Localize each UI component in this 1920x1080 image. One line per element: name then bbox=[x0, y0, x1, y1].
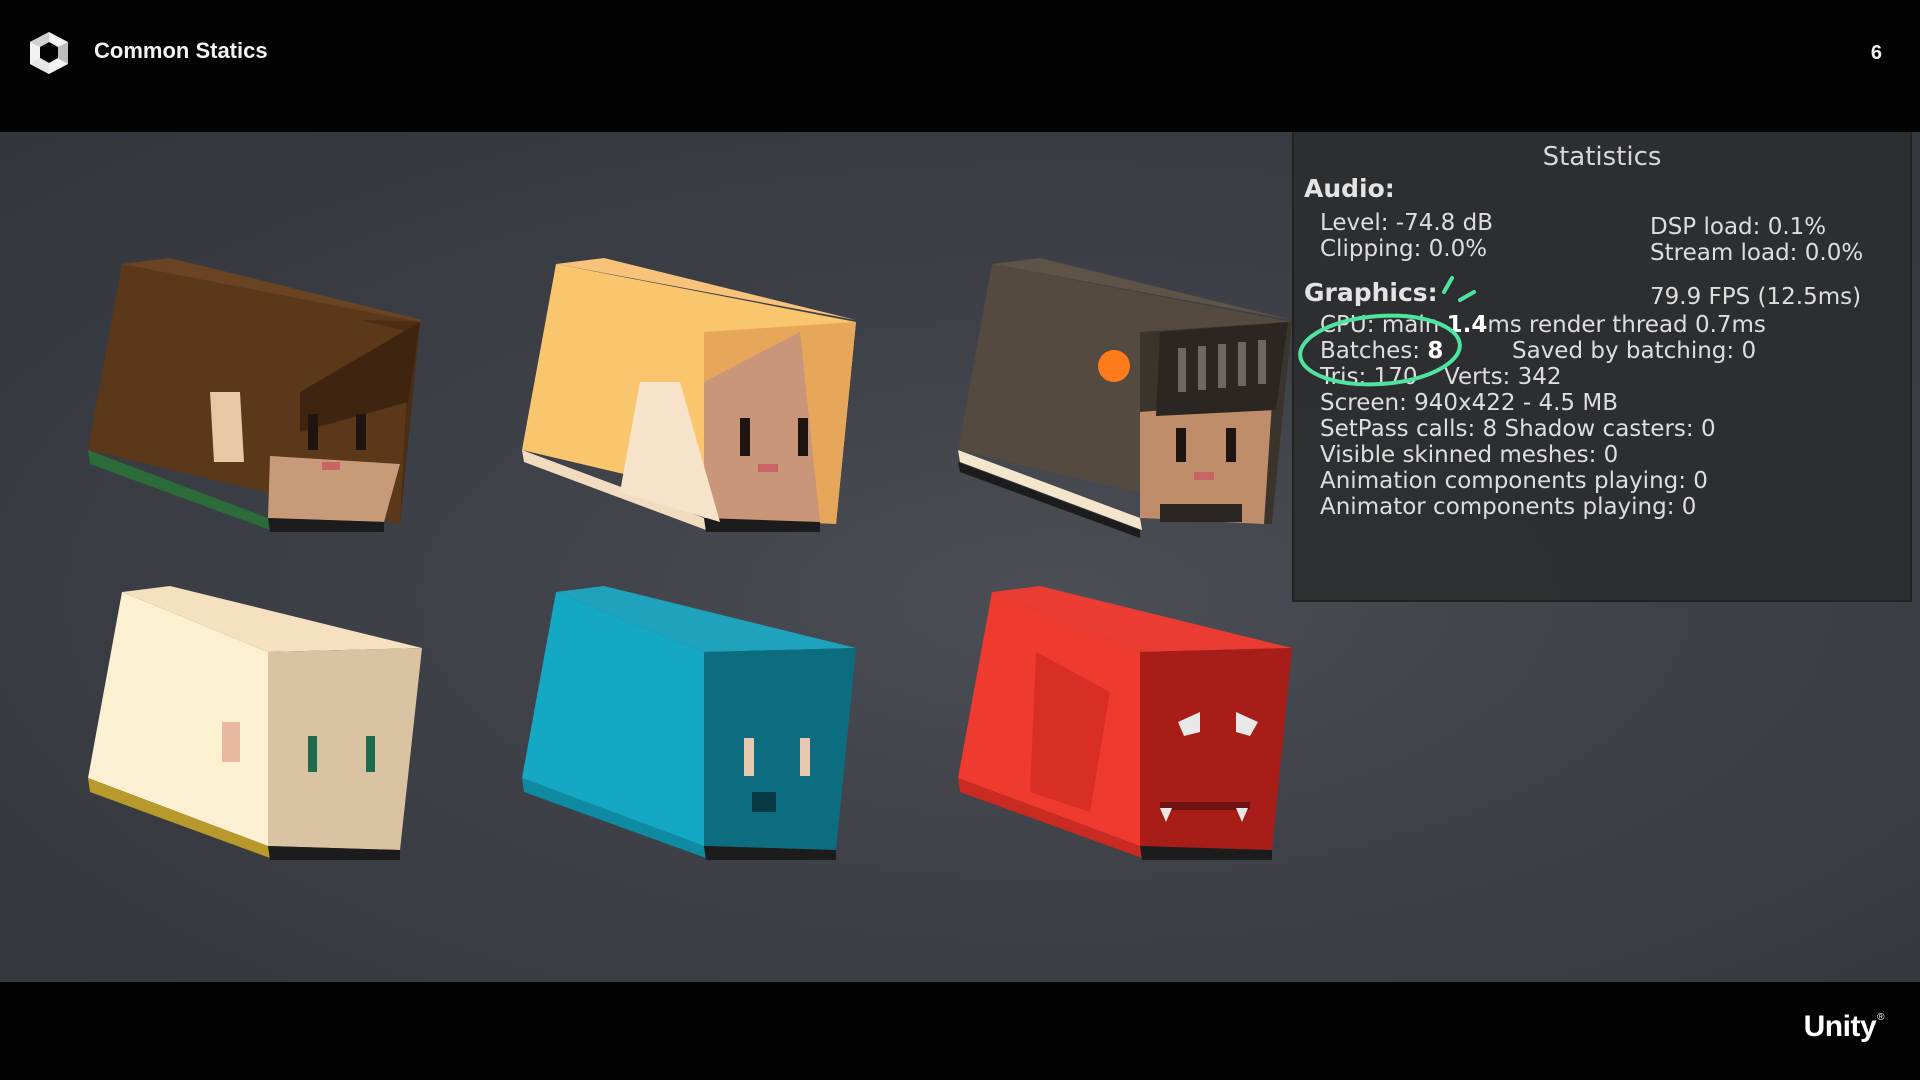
visible-skinned-meshes: Visible skinned meshes: 0 bbox=[1320, 442, 1619, 468]
statistics-panel: Statistics Audio: Level: -74.8 dB Clippi… bbox=[1292, 132, 1912, 602]
animation-components: Animation components playing: 0 bbox=[1320, 468, 1708, 494]
teal-cube bbox=[522, 586, 856, 860]
slide-header: Common Statics 6 bbox=[0, 0, 1920, 132]
cpu-main-value: 1.4 bbox=[1446, 312, 1488, 338]
cpu-timing: CPU: main 1.4ms render thread 0.7ms bbox=[1320, 312, 1766, 338]
cream-cube bbox=[88, 586, 422, 860]
brown-hair-cube bbox=[88, 258, 422, 532]
red-cube bbox=[958, 586, 1292, 860]
slide-footer: Unity® bbox=[0, 982, 1920, 1080]
batches-value: 8 bbox=[1427, 338, 1444, 364]
verts-count: Verts: 342 bbox=[1444, 364, 1562, 390]
dsp-load: DSP load: 0.1% bbox=[1650, 214, 1827, 240]
batches-label: Batches: bbox=[1320, 338, 1428, 364]
brand-registered-mark: ® bbox=[1877, 1012, 1884, 1023]
cpu-prefix: CPU: main bbox=[1320, 312, 1447, 338]
helmet-cube bbox=[958, 258, 1292, 538]
slide-title: Common Statics bbox=[94, 38, 268, 63]
audio-header: Audio: bbox=[1304, 174, 1395, 203]
statistics-title: Statistics bbox=[1542, 142, 1662, 172]
batches: Batches: 8 bbox=[1320, 338, 1443, 364]
setpass-calls: SetPass calls: 8 Shadow casters: 0 bbox=[1320, 416, 1716, 442]
game-view: Statistics Audio: Level: -74.8 dB Clippi… bbox=[0, 132, 1920, 982]
graphics-header: Graphics: bbox=[1304, 278, 1438, 307]
audio-clipping: Clipping: 0.0% bbox=[1320, 236, 1488, 262]
slide-number: 6 bbox=[1870, 42, 1882, 64]
brand-text: Unity bbox=[1803, 1010, 1877, 1043]
blonde-hair-cube bbox=[522, 258, 856, 532]
tris-count: Tris: 170 bbox=[1320, 364, 1418, 390]
stream-load: Stream load: 0.0% bbox=[1650, 240, 1864, 266]
saved-by-batching: Saved by batching: 0 bbox=[1512, 338, 1757, 364]
animator-components: Animator components playing: 0 bbox=[1320, 494, 1697, 520]
fps-readout: 79.9 FPS (12.5ms) bbox=[1650, 284, 1862, 310]
audio-level: Level: -74.8 dB bbox=[1320, 210, 1493, 236]
cpu-suffix: ms render thread 0.7ms bbox=[1487, 312, 1766, 338]
unity-cube-logo-icon bbox=[30, 32, 68, 74]
screen-info: Screen: 940x422 - 4.5 MB bbox=[1320, 390, 1618, 416]
unity-brand-logo: Unity® bbox=[1803, 1010, 1885, 1044]
